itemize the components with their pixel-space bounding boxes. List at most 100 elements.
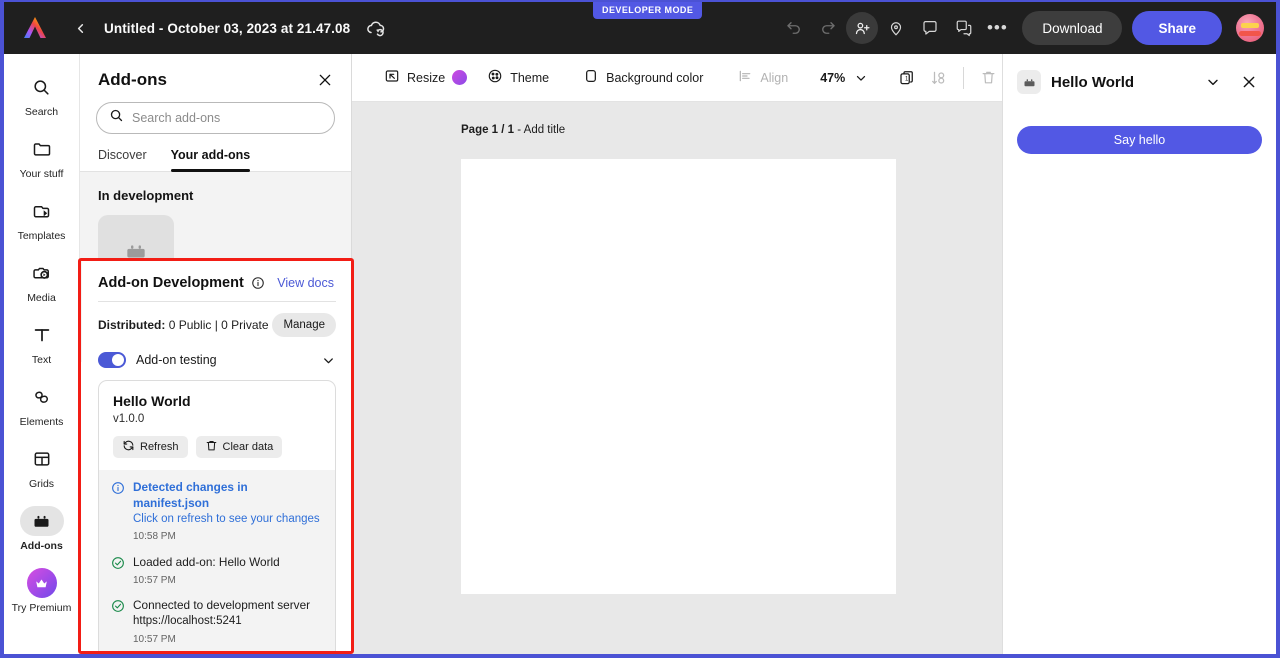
add-on-testing-row: Add-on testing	[82, 343, 352, 368]
templates-icon	[20, 196, 64, 226]
distributed-row: Distributed: 0 Public | 0 Private Manage	[82, 302, 352, 343]
cloud-sync-icon[interactable]	[364, 16, 388, 40]
delete-icon[interactable]	[972, 62, 1004, 94]
sidebar-item-templates[interactable]: Templates	[4, 188, 79, 250]
top-bar-actions: ••• Download Share	[778, 2, 1264, 54]
svg-text:1: 1	[905, 76, 909, 82]
log-item: Loaded add-on: Hello World 10:57 PM	[111, 555, 323, 587]
app-window: Untitled - October 03, 2023 at 21.47.08 …	[4, 2, 1276, 654]
info-icon[interactable]	[251, 276, 265, 290]
tab-your-add-ons[interactable]: Your add-ons	[170, 148, 250, 172]
addon-panel-header: Hello World	[1003, 54, 1276, 94]
background-color-button[interactable]: Background color	[573, 62, 713, 94]
add-on-testing-label: Add-on testing	[136, 353, 217, 367]
grids-icon	[20, 444, 64, 474]
redo-icon[interactable]	[812, 12, 844, 44]
theme-button[interactable]: Theme	[477, 62, 559, 94]
view-docs-link[interactable]: View docs	[277, 276, 334, 290]
log-body: Loaded add-on: Hello World 10:57 PM	[133, 555, 280, 587]
sidebar-item-media[interactable]: Media	[4, 250, 79, 312]
page-title-placeholder[interactable]: - Add title	[514, 124, 565, 136]
sidebar-item-add-ons[interactable]: Add-ons	[4, 498, 79, 560]
addon-actions: Refresh Clear data	[113, 436, 321, 458]
share-button[interactable]: Share	[1132, 11, 1222, 45]
align-icon	[737, 68, 753, 87]
toolbar-divider	[963, 66, 965, 89]
sidebar-label: Text	[31, 354, 52, 366]
tab-discover[interactable]: Discover	[98, 148, 147, 171]
addon-version: v1.0.0	[113, 413, 145, 425]
sidebar-item-text[interactable]: Text	[4, 312, 79, 374]
folder-icon	[20, 134, 64, 164]
elements-icon	[20, 382, 64, 412]
arrange-icon	[923, 62, 955, 94]
resize-button[interactable]: Resize	[374, 62, 477, 94]
sidebar-item-elements[interactable]: Elements	[4, 374, 79, 436]
check-circle-icon	[111, 599, 125, 646]
sidebar-item-grids[interactable]: Grids	[4, 436, 79, 498]
download-button[interactable]: Download	[1022, 11, 1123, 45]
search-input[interactable]	[132, 111, 322, 125]
pin-icon[interactable]	[880, 12, 912, 44]
distributed-text: Distributed: 0 Public | 0 Private	[98, 318, 269, 332]
search-icon	[109, 108, 124, 128]
close-icon[interactable]	[317, 72, 333, 88]
add-on-testing-toggle[interactable]	[98, 352, 126, 368]
page-canvas[interactable]	[461, 159, 896, 594]
sidebar-label: Elements	[19, 416, 64, 428]
clear-data-label: Clear data	[222, 441, 274, 453]
resize-label: Resize	[407, 70, 446, 85]
crown-icon	[26, 568, 57, 598]
add-on-development-title-group: Add-on Development	[98, 275, 265, 291]
sidebar-label: Try Premium	[11, 602, 72, 614]
addon-card-header: Hello World v1.0.0 Refresh Clear data	[99, 381, 335, 470]
search-icon	[20, 72, 64, 102]
comment-icon[interactable]	[914, 12, 946, 44]
log-body: Detected changes in manifest.json Click …	[133, 480, 323, 544]
log-time: 10:57 PM	[133, 633, 176, 645]
refresh-button[interactable]: Refresh	[113, 436, 188, 458]
media-icon	[20, 258, 64, 288]
trash-icon	[205, 439, 218, 455]
sidebar-item-search[interactable]: Search	[4, 64, 79, 126]
invite-user-icon[interactable]	[846, 12, 879, 44]
say-hello-button[interactable]: Say hello	[1017, 126, 1262, 154]
clear-data-button[interactable]: Clear data	[195, 436, 283, 458]
addons-search-wrapper	[80, 96, 351, 134]
page-number: Page 1 / 1	[461, 124, 515, 136]
manage-button[interactable]: Manage	[272, 313, 336, 337]
sidebar-item-try-premium[interactable]: Try Premium	[4, 560, 79, 622]
zoom-chevron-down-icon[interactable]	[845, 62, 877, 94]
more-options-icon[interactable]: •••	[982, 13, 1012, 43]
log-list: Detected changes in manifest.json Click …	[99, 470, 335, 654]
search-box[interactable]	[96, 102, 335, 134]
sidebar-item-your-stuff[interactable]: Your stuff	[4, 126, 79, 188]
top-bar: Untitled - October 03, 2023 at 21.47.08 …	[4, 2, 1276, 54]
sidebar-label: Templates	[17, 230, 66, 242]
align-button: Align	[727, 62, 798, 94]
addons-tabs: Discover Your add-ons	[80, 134, 351, 172]
log-title: Detected changes in manifest.json	[133, 480, 248, 510]
addon-name: Hello World	[113, 393, 191, 409]
resize-icon	[384, 68, 400, 87]
log-subtitle: Click on refresh to see your changes	[133, 512, 320, 525]
copy-icon[interactable]	[948, 12, 980, 44]
page-title: Add-ons	[98, 70, 167, 89]
zoom-level[interactable]: 47%	[820, 71, 845, 85]
pages-icon[interactable]: 1	[891, 62, 923, 94]
close-icon[interactable]	[1236, 74, 1262, 90]
chevron-down-icon[interactable]	[321, 353, 336, 368]
avatar[interactable]	[1236, 14, 1264, 42]
adobe-express-logo-icon[interactable]	[20, 13, 50, 43]
undo-icon[interactable]	[778, 12, 810, 44]
addon-icon	[1017, 70, 1041, 94]
log-item: Connected to development server https://…	[111, 598, 323, 646]
background-color-label: Background color	[606, 70, 704, 85]
log-subtitle: https://localhost:5241	[133, 615, 242, 628]
left-rail: Search Your stuff Templates Media Text E…	[4, 54, 80, 654]
back-button[interactable]	[66, 14, 94, 42]
chevron-down-icon[interactable]	[1200, 74, 1226, 90]
document-title[interactable]: Untitled - October 03, 2023 at 21.47.08	[104, 21, 350, 36]
addon-panel-title: Hello World	[1051, 73, 1135, 91]
theme-label: Theme	[510, 70, 550, 85]
